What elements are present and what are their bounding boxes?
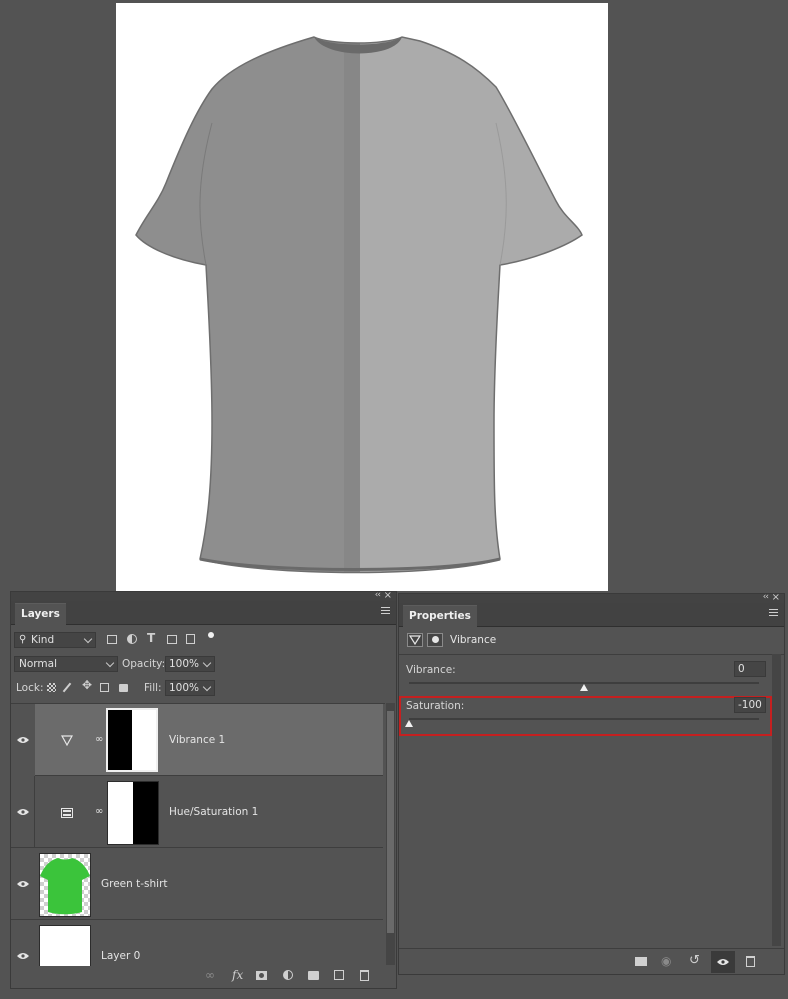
new-adjustment-icon[interactable] — [283, 970, 293, 980]
fx-icon[interactable]: fx — [232, 968, 243, 982]
panel-header-strip: ‹‹ × — [11, 590, 396, 601]
layer-row-green-tshirt[interactable]: Green t-shirt — [11, 848, 383, 920]
saturation-value-field[interactable]: -100 — [734, 697, 766, 713]
close-icon[interactable]: × — [772, 592, 780, 603]
saturation-slider-thumb[interactable] — [405, 720, 413, 727]
saturation-label: Saturation: — [406, 700, 465, 712]
toggle-visibility-icon[interactable] — [711, 951, 735, 973]
document-canvas[interactable] — [116, 3, 608, 591]
saturation-value: -100 — [738, 699, 762, 711]
lock-artboard-icon[interactable] — [100, 683, 109, 692]
lock-all-icon[interactable] — [119, 684, 128, 692]
lock-move-icon[interactable]: ✥ — [82, 678, 92, 692]
layer-name: Hue/Saturation 1 — [169, 806, 259, 818]
properties-footer: ◉ ↺ — [399, 948, 784, 975]
green-tshirt-thumbnail — [40, 858, 90, 915]
view-previous-state-icon[interactable]: ◉ — [661, 954, 671, 968]
tab-properties[interactable]: Properties — [403, 605, 477, 627]
properties-scrollbar[interactable] — [772, 654, 781, 946]
chevron-down-icon — [83, 634, 93, 644]
trash-icon[interactable] — [746, 956, 755, 967]
vibrance-label: Vibrance: — [406, 664, 456, 676]
layers-footer: ∞ fx — [11, 965, 396, 988]
vibrance-adjustment-icon — [61, 735, 73, 746]
layers-list: ∞ Vibrance 1 ∞ Hue/Saturation 1 Green t-… — [11, 703, 385, 966]
blend-mode-dropdown[interactable]: Normal — [14, 656, 118, 672]
scrollbar-thumb[interactable] — [387, 711, 394, 933]
link-icon[interactable]: ∞ — [95, 806, 103, 817]
mask-icon[interactable] — [427, 633, 443, 647]
tshirt-image — [135, 36, 583, 574]
eye-icon[interactable] — [17, 880, 29, 888]
layers-panel: ‹‹ × Layers ⚲ Kind T Normal Opacity: 100… — [10, 590, 397, 989]
fill-label: Fill: — [144, 682, 162, 694]
reset-icon[interactable]: ↺ — [689, 953, 700, 968]
adjustment-name: Vibrance — [450, 634, 497, 646]
trash-icon[interactable] — [360, 970, 369, 981]
fill-field[interactable]: 100% — [165, 680, 215, 696]
tab-layers[interactable]: Layers — [15, 603, 66, 625]
eye-icon[interactable] — [17, 808, 29, 816]
lock-label: Lock: — [16, 682, 44, 694]
panel-menu-icon[interactable] — [769, 609, 778, 618]
panel-menu-icon[interactable] — [381, 607, 390, 616]
layer-row-vibrance[interactable]: ∞ Vibrance 1 — [11, 704, 383, 776]
layer-name: Layer 0 — [101, 950, 141, 962]
collapse-icon[interactable]: ‹‹ — [375, 590, 381, 600]
blend-mode-label: Normal — [19, 658, 57, 670]
vibrance-value: 0 — [738, 663, 745, 675]
filter-kind-dropdown[interactable]: ⚲ Kind — [14, 632, 96, 648]
collapse-icon[interactable]: ‹‹ — [763, 592, 769, 602]
eye-icon[interactable] — [17, 736, 29, 744]
lock-paint-icon[interactable] — [62, 682, 72, 693]
chevron-down-icon — [202, 658, 212, 668]
layer-row-layer-0[interactable]: Layer 0 — [11, 920, 383, 966]
filter-shape-icon[interactable] — [167, 635, 177, 644]
layer-mask-thumbnail[interactable] — [107, 781, 159, 845]
filter-adjustment-icon[interactable] — [127, 634, 137, 644]
layer-mask-thumbnail[interactable] — [106, 708, 158, 772]
vibrance-value-field[interactable]: 0 — [734, 661, 766, 677]
link-layers-icon[interactable]: ∞ — [205, 968, 215, 982]
panel-header-strip: ‹‹ × — [399, 592, 784, 603]
new-group-icon[interactable] — [308, 971, 319, 980]
close-icon[interactable]: × — [384, 590, 392, 601]
new-layer-icon[interactable] — [334, 970, 344, 980]
opacity-label: Opacity: — [122, 658, 166, 670]
layer-thumbnail[interactable] — [39, 925, 91, 966]
filter-pixel-icon[interactable] — [107, 635, 117, 644]
opacity-field[interactable]: 100% — [165, 656, 215, 672]
saturation-slider-track[interactable] — [409, 718, 759, 720]
filter-toggle-icon[interactable] — [208, 632, 214, 638]
properties-tabbar: Properties — [399, 603, 784, 627]
layer-row-hue-saturation[interactable]: ∞ Hue/Saturation 1 — [11, 776, 383, 848]
filter-type-icon[interactable]: T — [147, 631, 155, 645]
properties-header: Vibrance — [399, 627, 784, 655]
layer-thumbnail[interactable] — [39, 853, 91, 917]
layers-tabbar: Layers — [11, 601, 396, 625]
opacity-value: 100% — [169, 658, 200, 670]
link-icon[interactable]: ∞ — [95, 734, 103, 745]
chevron-down-icon — [202, 682, 212, 692]
clip-to-layer-icon[interactable] — [635, 957, 647, 966]
fill-value: 100% — [169, 682, 200, 694]
search-icon: ⚲ — [19, 634, 27, 645]
eye-icon[interactable] — [17, 952, 29, 960]
lock-transparent-icon[interactable] — [47, 683, 56, 692]
layers-scrollbar[interactable] — [386, 703, 395, 965]
add-mask-icon[interactable] — [256, 971, 267, 980]
filter-kind-label: Kind — [31, 634, 55, 646]
chevron-down-icon — [105, 658, 115, 668]
vibrance-adjustment-icon — [407, 633, 423, 647]
layer-name: Vibrance 1 — [169, 734, 226, 746]
properties-panel: ‹‹ × Properties Vibrance Vibrance: 0 Sat… — [398, 592, 785, 975]
hue-saturation-adjustment-icon — [61, 808, 73, 818]
vibrance-slider-thumb[interactable] — [580, 684, 588, 691]
layer-name: Green t-shirt — [101, 878, 168, 890]
filter-smartobject-icon[interactable] — [186, 634, 195, 644]
